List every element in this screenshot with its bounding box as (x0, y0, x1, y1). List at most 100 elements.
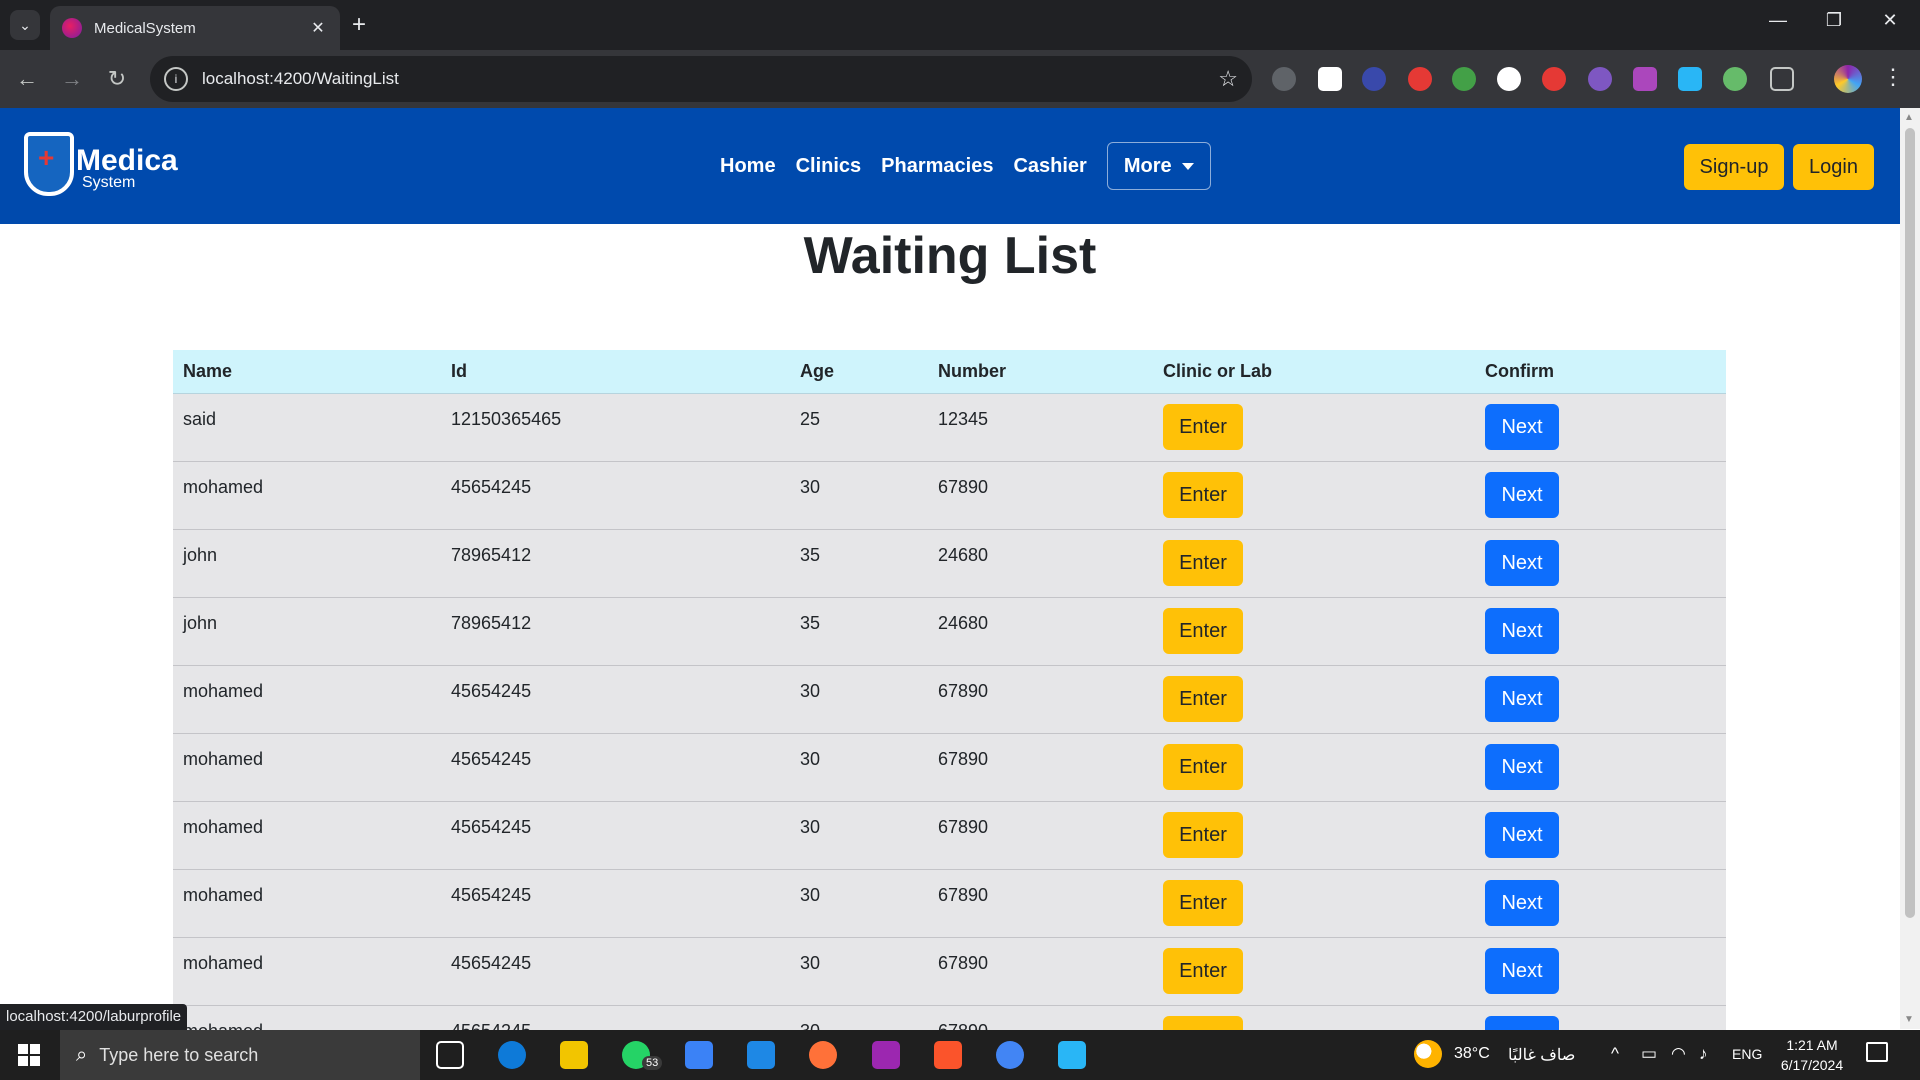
microsoft-store-icon[interactable] (685, 1041, 713, 1069)
enter-button[interactable]: Enter (1163, 812, 1243, 858)
enter-button[interactable]: Enter (1163, 676, 1243, 722)
cell-age: 35 (800, 545, 821, 565)
edge-browser-icon[interactable] (498, 1041, 526, 1069)
wifi-icon[interactable]: ◠ (1671, 1044, 1686, 1064)
notifications-icon[interactable] (1866, 1042, 1888, 1062)
next-button[interactable]: Next (1485, 608, 1559, 654)
next-button[interactable]: Next (1485, 744, 1559, 790)
extension-7-purple-icon[interactable] (1633, 67, 1657, 91)
cell-number: 67890 (938, 681, 989, 701)
site-logo[interactable]: Medica System (24, 132, 178, 202)
scrollbar-thumb[interactable] (1905, 128, 1915, 918)
show-hidden-icons-chevron-icon[interactable]: ^ (1611, 1044, 1619, 1064)
cell-name: mohamed (183, 681, 264, 701)
extension-cursor-icon[interactable] (1362, 67, 1386, 91)
cell-age: 30 (800, 885, 821, 905)
next-button[interactable]: Next (1485, 948, 1559, 994)
next-button[interactable]: Next (1485, 676, 1559, 722)
weather-text[interactable]: صاف غالبًا (1508, 1045, 1575, 1065)
column-header-id: Id (451, 361, 467, 381)
weather-moon-icon[interactable] (1414, 1040, 1442, 1068)
cell-number: 67890 (938, 953, 989, 973)
extension-robot-icon[interactable] (1452, 67, 1476, 91)
browser-tab-active[interactable]: MedicalSystem ✕ (50, 6, 340, 50)
close-window-icon[interactable]: ✕ (1870, 10, 1910, 31)
nav-link-home[interactable]: Home (720, 142, 776, 190)
url-text[interactable]: localhost:4200/WaitingList (202, 69, 1218, 89)
bookmark-star-icon[interactable]: ☆ (1218, 66, 1238, 92)
scroll-down-arrow-icon[interactable]: ▼ (1904, 1014, 1914, 1025)
new-tab-plus-icon[interactable]: + (352, 12, 366, 38)
taskbar-search-box[interactable]: ⌕ Type here to search (60, 1030, 420, 1080)
task-view-icon[interactable] (436, 1041, 464, 1069)
enter-button[interactable]: Enter (1163, 948, 1243, 994)
login-button[interactable]: Login (1793, 144, 1874, 190)
windows-start-icon[interactable] (18, 1044, 40, 1066)
next-button[interactable]: Next (1485, 812, 1559, 858)
reload-icon[interactable]: ↻ (102, 65, 132, 93)
taskbar-clock[interactable]: 1:21 AM 6/17/2024 (1774, 1035, 1850, 1075)
firefox-icon[interactable] (809, 1041, 837, 1069)
browser-tabstrip: ⌄ MedicalSystem ✕ + — ❐ ✕ (0, 0, 1920, 50)
extension-brain-icon[interactable] (1588, 67, 1612, 91)
table-row: mohamed 45654245 30 67890 Enter Next (173, 734, 1726, 802)
back-arrow-icon[interactable]: ← (12, 65, 42, 93)
extension-record-icon[interactable] (1542, 67, 1566, 91)
brave-icon[interactable] (934, 1041, 962, 1069)
address-bar[interactable]: i localhost:4200/WaitingList ☆ (150, 56, 1252, 102)
enter-button[interactable]: Enter (1163, 472, 1243, 518)
site-navbar: Medica System Home Clinics Pharmacies Ca… (0, 108, 1900, 224)
language-indicator[interactable]: ENG (1732, 1046, 1762, 1062)
table-row: mohamed 45654245 30 67890 Enter Next (173, 870, 1726, 938)
site-info-icon[interactable]: i (164, 67, 188, 91)
temperature[interactable]: 38°C (1454, 1045, 1490, 1063)
page-scrollbar[interactable]: ▲ ▼ (1900, 108, 1920, 1029)
extensions-puzzle-icon[interactable] (1770, 67, 1794, 91)
extension-link-icon[interactable] (1272, 67, 1296, 91)
mail-icon[interactable] (747, 1041, 775, 1069)
enter-button[interactable]: Enter (1163, 744, 1243, 790)
battery-icon[interactable]: ▭ (1641, 1044, 1657, 1064)
extension-grid-icon[interactable] (1318, 67, 1342, 91)
enter-button[interactable]: Enter (1163, 404, 1243, 450)
profile-avatar[interactable] (1834, 65, 1862, 93)
enter-button[interactable]: Enter (1163, 880, 1243, 926)
restore-window-icon[interactable]: ❐ (1814, 10, 1854, 31)
enter-button[interactable]: Enter (1163, 540, 1243, 586)
more-dropdown-button[interactable]: More (1106, 142, 1211, 190)
enter-button[interactable]: Enter (1163, 608, 1243, 654)
caret-down-icon (1181, 162, 1194, 170)
cell-number: 67890 (938, 885, 989, 905)
table-row: john 78965412 35 24680 Enter Next (173, 530, 1726, 598)
link-status-bar: localhost:4200/laburprofile (0, 1004, 188, 1030)
signup-button[interactable]: Sign-up (1684, 144, 1784, 190)
extension-stop-icon[interactable] (1408, 67, 1432, 91)
tab-search-chevron-icon[interactable]: ⌄ (10, 10, 40, 40)
file-explorer-icon[interactable] (560, 1041, 588, 1069)
nav-link-clinics[interactable]: Clinics (796, 142, 862, 190)
close-tab-icon[interactable]: ✕ (308, 18, 328, 38)
browser-menu-icon[interactable]: ⋮ (1882, 64, 1904, 90)
nav-link-pharmacies[interactable]: Pharmacies (881, 142, 993, 190)
scroll-up-arrow-icon[interactable]: ▲ (1904, 112, 1914, 123)
minimize-window-icon[interactable]: — (1758, 10, 1798, 31)
extension-globe-icon[interactable] (1723, 67, 1747, 91)
nav-link-cashier[interactable]: Cashier (1013, 142, 1086, 190)
next-button[interactable]: Next (1485, 540, 1559, 586)
next-button[interactable]: Next (1485, 472, 1559, 518)
next-button[interactable]: Next (1485, 404, 1559, 450)
waiting-list-table: Name Id Age Number Clinic or Lab Confirm… (173, 350, 1726, 1074)
cell-number: 24680 (938, 613, 989, 633)
extension-7-blue-icon[interactable] (1678, 67, 1702, 91)
forward-arrow-icon[interactable]: → (57, 65, 87, 93)
more-label: More (1123, 154, 1172, 177)
app-window-icon[interactable] (1058, 1041, 1086, 1069)
next-button[interactable]: Next (1485, 880, 1559, 926)
cell-name: mohamed (183, 953, 264, 973)
extension-glasses-icon[interactable] (1497, 67, 1521, 91)
cell-id: 78965412 (451, 613, 532, 633)
chrome-icon[interactable] (996, 1041, 1024, 1069)
teams-icon[interactable] (872, 1041, 900, 1069)
volume-icon[interactable]: ♪ (1699, 1044, 1708, 1064)
column-header-name: Name (183, 361, 233, 381)
